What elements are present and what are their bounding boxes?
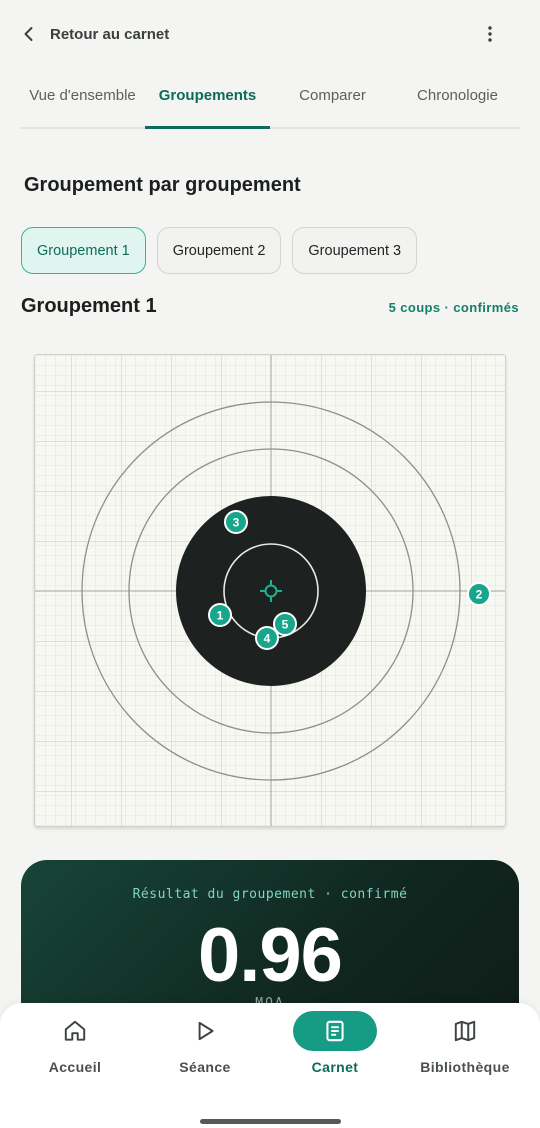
target-diagram: 1 2 3 4 5 bbox=[35, 355, 505, 826]
tab-groupings[interactable]: Groupements bbox=[145, 70, 270, 129]
chevron-left-icon bbox=[24, 27, 33, 41]
nav-label-notebook: Carnet bbox=[311, 1059, 359, 1075]
chip-group-2[interactable]: Groupement 2 bbox=[156, 227, 282, 274]
top-bar: Retour au carnet bbox=[0, 0, 540, 68]
target-card: 1 2 3 4 5 bbox=[34, 354, 506, 827]
chip-group-3[interactable]: Groupement 3 bbox=[292, 227, 418, 274]
notebook-icon bbox=[326, 1020, 344, 1042]
tab-overview[interactable]: Vue d'ensemble bbox=[20, 70, 145, 127]
group-status: 5 coups · confirmés bbox=[388, 300, 519, 315]
shot-marker-5[interactable]: 5 bbox=[273, 612, 297, 636]
tab-timeline[interactable]: Chronologie bbox=[395, 70, 520, 127]
shot-marker-1[interactable]: 1 bbox=[208, 603, 232, 627]
back-button[interactable]: Retour au carnet bbox=[20, 20, 169, 48]
play-icon bbox=[198, 1021, 214, 1041]
nav-item-home[interactable]: Accueil bbox=[10, 1011, 140, 1091]
group-selector: Groupement 1 Groupement 2 Groupement 3 bbox=[21, 227, 418, 274]
shot-marker-4[interactable]: 4 bbox=[255, 626, 279, 650]
nav-label-home: Accueil bbox=[48, 1059, 102, 1075]
nav-label-session: Séance bbox=[179, 1059, 231, 1075]
bottom-navigation: Accueil Séance Carnet Bibliothèque bbox=[0, 1003, 540, 1128]
section-title: Groupement par groupement bbox=[24, 174, 301, 196]
home-indicator[interactable] bbox=[200, 1119, 341, 1124]
tab-bar: Vue d'ensemble Groupements Comparer Chro… bbox=[20, 70, 520, 129]
nav-item-library[interactable]: Bibliothèque bbox=[400, 1011, 530, 1091]
nav-item-session[interactable]: Séance bbox=[140, 1011, 270, 1091]
shot-marker-3[interactable]: 3 bbox=[224, 510, 248, 534]
more-options-button[interactable] bbox=[480, 22, 500, 46]
shot-label-2: 2 bbox=[476, 588, 483, 602]
home-icon bbox=[64, 1020, 86, 1041]
shot-label-5: 5 bbox=[282, 618, 289, 632]
shot-label-4: 4 bbox=[264, 632, 271, 646]
shot-label-1: 1 bbox=[217, 609, 224, 623]
chip-group-1[interactable]: Groupement 1 bbox=[21, 227, 146, 274]
map-icon bbox=[454, 1020, 476, 1042]
more-vertical-icon bbox=[488, 26, 492, 42]
group-title: Groupement 1 bbox=[21, 295, 157, 317]
nav-label-library: Bibliothèque bbox=[420, 1059, 510, 1075]
back-label: Retour au carnet bbox=[50, 25, 170, 43]
result-label: Résultat du groupement · confirmé bbox=[132, 887, 408, 902]
nav-item-notebook[interactable]: Carnet bbox=[270, 1011, 400, 1091]
result-value: 0.96 bbox=[198, 913, 343, 998]
shot-marker-2[interactable]: 2 bbox=[467, 582, 491, 606]
target-bullseye bbox=[176, 496, 366, 686]
tab-compare[interactable]: Comparer bbox=[270, 70, 395, 127]
shot-label-3: 3 bbox=[233, 516, 240, 530]
